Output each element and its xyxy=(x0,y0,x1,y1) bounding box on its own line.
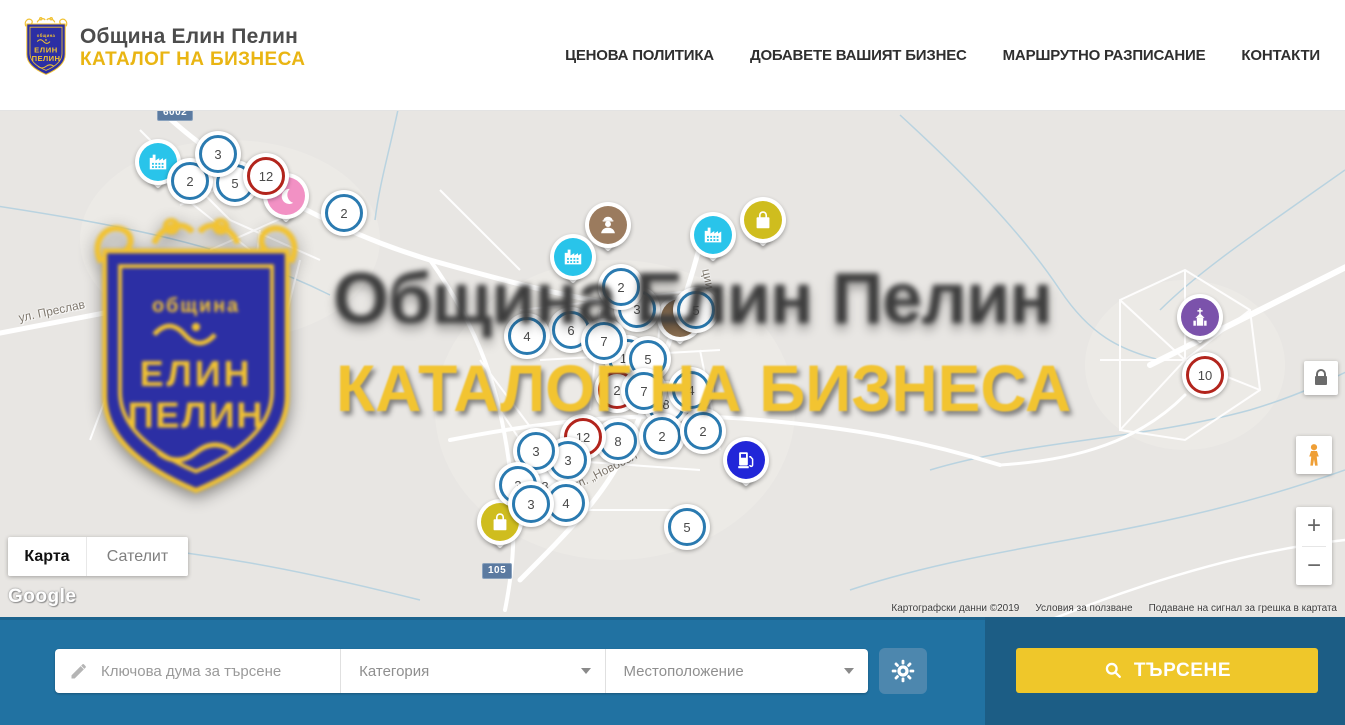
fuel-pin[interactable] xyxy=(723,437,769,499)
cluster-count: 4 xyxy=(672,371,710,409)
location-placeholder: Местоположение xyxy=(624,663,744,680)
keyword-input[interactable] xyxy=(99,662,340,681)
category-placeholder: Категория xyxy=(359,663,429,680)
cluster-count: 10 xyxy=(1186,356,1224,394)
pin-head xyxy=(740,197,786,243)
attribution-data: Картографски данни ©2019 xyxy=(891,603,1019,614)
cluster-count: 5 xyxy=(677,291,715,329)
search-button[interactable]: ТЪРСЕНЕ xyxy=(1016,648,1318,693)
pin-head xyxy=(690,212,736,258)
cluster-marker[interactable]: 4 xyxy=(668,367,714,413)
municipality-crest-icon xyxy=(22,16,70,80)
cluster-marker[interactable]: 7 xyxy=(581,318,627,364)
cluster-count: 7 xyxy=(585,322,623,360)
pencil-icon xyxy=(69,661,89,681)
chevron-down-icon xyxy=(844,668,854,674)
fuel-icon xyxy=(735,449,757,471)
category-select[interactable]: Категория xyxy=(340,649,604,693)
google-logo[interactable]: Google xyxy=(8,586,76,608)
map-type-satellite-button[interactable]: Сателит xyxy=(86,537,188,576)
nav-item-2[interactable]: МАРШРУТНО РАЗПИСАНИЕ xyxy=(1003,47,1206,64)
zoom-control: + − xyxy=(1296,507,1332,585)
site-title: Община Елин Пелин xyxy=(80,25,305,49)
cluster-marker[interactable]: 10 xyxy=(1182,352,1228,398)
cluster-count: 7 xyxy=(625,372,663,410)
church-pin[interactable] xyxy=(1177,294,1223,356)
factory-pin[interactable] xyxy=(550,234,596,296)
cluster-marker[interactable]: 12 xyxy=(243,153,289,199)
map-canvas[interactable]: 6002105 ул. Преславбул. „Новоселции 5231… xyxy=(0,110,1345,617)
site-logo[interactable]: Община Елин Пелин КАТАЛОГ НА БИЗНЕСА xyxy=(22,16,305,80)
page: Община Елин Пелин КАТАЛОГ НА БИЗНЕСА ЦЕН… xyxy=(0,0,1345,725)
gear-icon xyxy=(890,658,916,684)
cluster-marker[interactable]: 5 xyxy=(673,287,719,333)
main-nav: ЦЕНОВА ПОЛИТИКА ДОБАВЕТЕ ВАШИЯТ БИЗНЕС МАР… xyxy=(565,0,1320,110)
factory-icon xyxy=(147,151,169,173)
lock-control[interactable] xyxy=(1304,361,1338,395)
location-select[interactable]: Местоположение xyxy=(605,649,868,693)
cluster-count: 2 xyxy=(602,268,640,306)
search-button-label: ТЪРСЕНЕ xyxy=(1134,660,1231,682)
nav-item-3[interactable]: КОНТАКТИ xyxy=(1241,47,1320,64)
church-icon xyxy=(1189,306,1211,328)
keyword-field-wrap xyxy=(55,649,340,693)
worker-icon xyxy=(597,214,619,236)
bag-icon xyxy=(489,511,511,533)
advanced-settings-button[interactable] xyxy=(879,648,927,694)
bag-pin[interactable] xyxy=(740,197,786,259)
pegman-icon xyxy=(1303,442,1325,468)
pin-head xyxy=(723,437,769,483)
cluster-marker[interactable]: 3 xyxy=(508,481,554,527)
factory-icon xyxy=(702,224,724,246)
map-type-map-button[interactable]: Карта xyxy=(8,537,86,576)
nav-item-1[interactable]: ДОБАВЕТЕ ВАШИЯТ БИЗНЕС xyxy=(750,47,967,64)
cluster-count: 5 xyxy=(668,508,706,546)
search-icon xyxy=(1103,660,1124,681)
cluster-marker[interactable]: 7 xyxy=(621,368,667,414)
cluster-marker[interactable]: 2 xyxy=(639,413,685,459)
cluster-marker[interactable]: 3 xyxy=(195,131,241,177)
cluster-count: 4 xyxy=(508,317,546,355)
terms-link[interactable]: Условия за ползване xyxy=(1035,603,1132,614)
site-subtitle: КАТАЛОГ НА БИЗНЕСА xyxy=(80,49,305,72)
cluster-marker[interactable]: 4 xyxy=(504,313,550,359)
pin-head xyxy=(550,234,596,280)
nav-item-0[interactable]: ЦЕНОВА ПОЛИТИКА xyxy=(565,47,714,64)
lock-icon xyxy=(1315,376,1327,385)
cluster-count: 2 xyxy=(684,412,722,450)
map-type-toggle: Карта Сателит xyxy=(8,537,188,576)
cluster-count: 2 xyxy=(643,417,681,455)
pegman-control[interactable] xyxy=(1296,436,1332,474)
cluster-marker[interactable]: 2 xyxy=(321,190,367,236)
bag-icon xyxy=(752,209,774,231)
report-error-link[interactable]: Подаване на сигнал за грешка в картата xyxy=(1149,603,1337,614)
map-attribution: Картографски данни ©2019 Условия за полз… xyxy=(891,603,1337,614)
markers-layer: 523122313256475287481222833343510 xyxy=(0,110,1345,617)
zoom-out-button[interactable]: − xyxy=(1296,547,1332,586)
factory-icon xyxy=(562,246,584,268)
cluster-marker[interactable]: 5 xyxy=(664,504,710,550)
search-bar: Категория Местоположение xyxy=(0,617,1345,725)
pin-head xyxy=(1177,294,1223,340)
cluster-count: 2 xyxy=(325,194,363,232)
factory-pin[interactable] xyxy=(690,212,736,274)
chevron-down-icon xyxy=(581,668,591,674)
header: Община Елин Пелин КАТАЛОГ НА БИЗНЕСА ЦЕН… xyxy=(0,0,1345,111)
cluster-marker[interactable]: 2 xyxy=(680,408,726,454)
cluster-count: 3 xyxy=(199,135,237,173)
cluster-marker[interactable]: 2 xyxy=(598,264,644,310)
zoom-in-button[interactable]: + xyxy=(1296,507,1332,546)
cluster-count: 12 xyxy=(247,157,285,195)
search-form: Категория Местоположение xyxy=(55,649,868,693)
cluster-count: 3 xyxy=(512,485,550,523)
